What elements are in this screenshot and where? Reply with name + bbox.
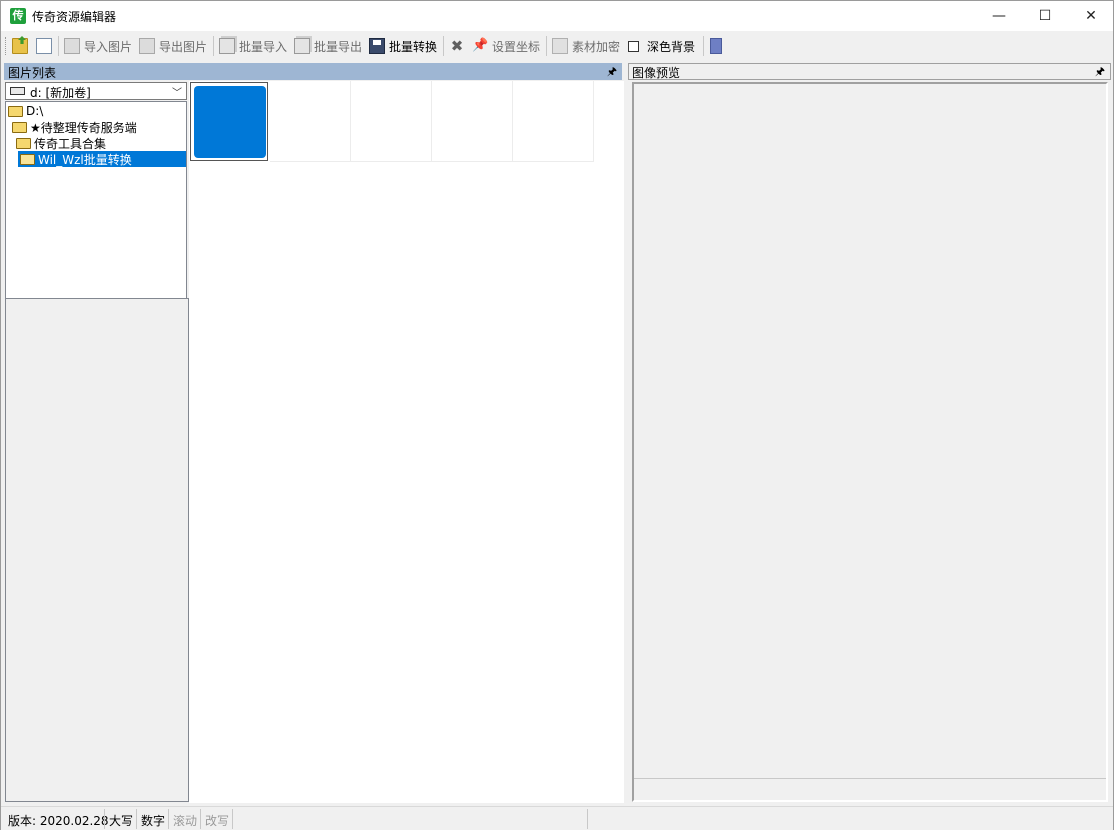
batch-convert-button[interactable]: 批量转换	[369, 35, 437, 57]
tree-item-server[interactable]: ★待整理传奇服务端	[12, 119, 137, 135]
pin-icon: 📌	[472, 38, 489, 53]
set-coordinates-label: 设置坐标	[492, 39, 541, 54]
open-folder-icon	[12, 38, 28, 54]
scroll-indicator: 滚动	[173, 814, 198, 828]
status-separator	[232, 809, 233, 829]
title-bar[interactable]: 传 传奇资源编辑器 — ☐ ✕	[1, 1, 1113, 31]
toolbar: 导入图片 导出图片 批量导入 批量导出 批量转换 ✖ 📌 设置坐标 素材加密 深…	[1, 31, 1113, 61]
toolbar-separator	[58, 36, 59, 56]
save-disk-icon	[369, 38, 385, 54]
image-list-header: 图片列表 🖈	[4, 63, 622, 80]
status-separator	[104, 809, 105, 829]
batch-export-icon	[294, 38, 310, 54]
close-button[interactable]: ✕	[1068, 1, 1114, 31]
image-import-icon	[64, 38, 80, 54]
dark-background-label: 深色背景	[647, 39, 696, 54]
set-coordinates-button[interactable]: 📌 设置坐标	[472, 35, 540, 57]
pin-icon[interactable]: 🖈	[1095, 63, 1105, 82]
folder-open-icon	[8, 105, 23, 117]
thumbnail-cell[interactable]	[270, 81, 351, 162]
image-preview-header: 图像预览 🖈	[628, 63, 1111, 80]
thumbnail-cell-selected[interactable]	[190, 82, 268, 161]
pin-icon[interactable]: 🖈	[607, 63, 617, 82]
folder-open-icon	[16, 137, 31, 149]
tree-item-tools[interactable]: 传奇工具合集	[16, 135, 106, 151]
file-list-pane[interactable]	[5, 298, 189, 802]
material-encrypt-label: 素材加密	[572, 39, 621, 54]
folder-open-icon	[12, 121, 27, 133]
app-window: 传 传奇资源编辑器 — ☐ ✕ 导入图片 导出图片 批量导入 批量导出 批量转换…	[0, 0, 1114, 830]
batch-import-label: 批量导入	[239, 39, 288, 54]
status-separator	[136, 809, 137, 829]
batch-convert-label: 批量转换	[389, 39, 438, 54]
tree-item-root[interactable]: D:\	[8, 103, 43, 119]
dark-background-toggle[interactable]: 深色背景	[628, 35, 695, 57]
drive-icon	[10, 87, 25, 95]
tree-item-batch-convert[interactable]: Wil_Wzl批量转换	[18, 151, 186, 167]
import-image-label: 导入图片	[84, 39, 133, 54]
image-list-title: 图片列表	[8, 66, 57, 80]
material-encrypt-button[interactable]: 素材加密	[552, 35, 620, 57]
new-button[interactable]	[36, 35, 56, 57]
thumbnail-image	[194, 86, 266, 158]
minimize-button[interactable]: —	[976, 1, 1022, 31]
batch-export-button[interactable]: 批量导出	[294, 35, 362, 57]
panel-splitter[interactable]	[624, 63, 628, 803]
image-preview-area[interactable]	[632, 82, 1108, 802]
batch-export-label: 批量导出	[314, 39, 363, 54]
drive-select[interactable]: d: [新加卷] ﹀	[5, 82, 187, 100]
image-export-icon	[139, 38, 155, 54]
status-separator	[200, 809, 201, 829]
image-preview-title: 图像预览	[632, 66, 681, 80]
new-file-icon	[36, 38, 52, 54]
window-title: 传奇资源编辑器	[32, 10, 117, 24]
encrypt-icon	[552, 38, 568, 54]
status-separator	[168, 809, 169, 829]
num-indicator: 数字	[141, 814, 166, 828]
tree-item-label: D:\	[26, 104, 44, 118]
folder-open-icon	[20, 153, 35, 165]
caps-indicator: 大写	[109, 814, 134, 828]
preview-scrollbar[interactable]	[634, 778, 1106, 800]
open-button[interactable]	[12, 35, 32, 57]
export-image-button[interactable]: 导出图片	[139, 35, 207, 57]
export-image-label: 导出图片	[159, 39, 208, 54]
toolbar-grip[interactable]	[5, 37, 8, 55]
tree-item-label: Wil_Wzl批量转换	[38, 152, 132, 167]
book-icon	[710, 38, 722, 54]
batch-import-icon	[219, 38, 235, 54]
status-separator	[587, 809, 588, 829]
batch-import-button[interactable]: 批量导入	[219, 35, 287, 57]
drive-select-value: d: [新加卷]	[30, 86, 91, 100]
tree-item-label: ★待整理传奇服务端	[30, 120, 137, 135]
thumbnail-cell[interactable]	[351, 81, 432, 162]
app-logo-icon: 传	[10, 8, 26, 24]
tree-item-label: 传奇工具合集	[34, 136, 107, 151]
about-button[interactable]	[710, 35, 726, 57]
thumbnail-cell[interactable]	[432, 81, 513, 162]
delete-button[interactable]: ✖	[449, 35, 469, 57]
maximize-button[interactable]: ☐	[1022, 1, 1068, 31]
toolbar-separator	[703, 36, 704, 56]
import-image-button[interactable]: 导入图片	[64, 35, 132, 57]
overwrite-indicator: 改写	[205, 814, 230, 828]
toolbar-separator	[213, 36, 214, 56]
chevron-down-icon[interactable]: ﹀	[172, 84, 182, 99]
checkbox-icon[interactable]	[628, 40, 639, 52]
status-bar: 版本: 2020.02.28 大写 数字 滚动 改写	[1, 806, 1113, 830]
folder-tree[interactable]: D:\ ★待整理传奇服务端 传奇工具合集 Wil_Wzl批量转换	[5, 101, 187, 299]
toolbar-separator	[443, 36, 444, 56]
version-text: 版本: 2020.02.28	[8, 814, 109, 828]
toolbar-separator	[546, 36, 547, 56]
thumbnail-cell[interactable]	[513, 81, 594, 162]
thumbnail-grid[interactable]	[189, 81, 624, 803]
delete-icon: ✖	[450, 37, 464, 55]
